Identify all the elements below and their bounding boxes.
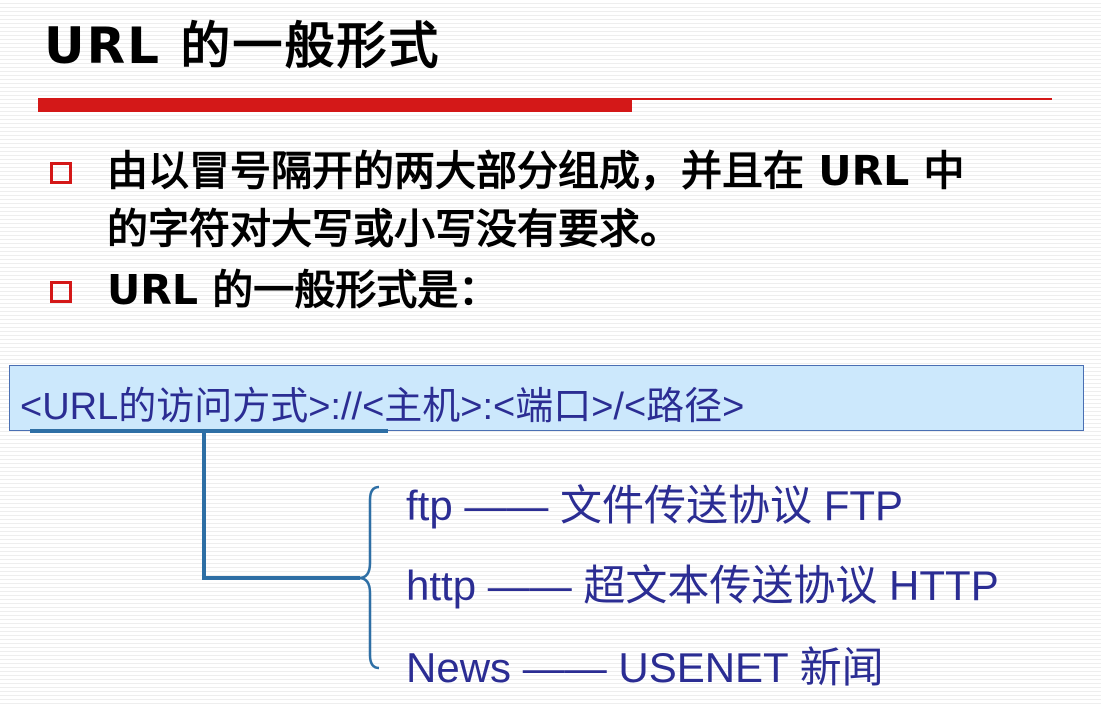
protocol-ftp: ftp —— 文件传送协议 FTP [406, 482, 904, 529]
protocol-news: News —— USENET 新闻 [406, 644, 884, 691]
protocol-http: http —— 超文本传送协议 HTTP [406, 562, 999, 609]
connector-line [202, 431, 360, 580]
brace-icon [358, 485, 380, 670]
